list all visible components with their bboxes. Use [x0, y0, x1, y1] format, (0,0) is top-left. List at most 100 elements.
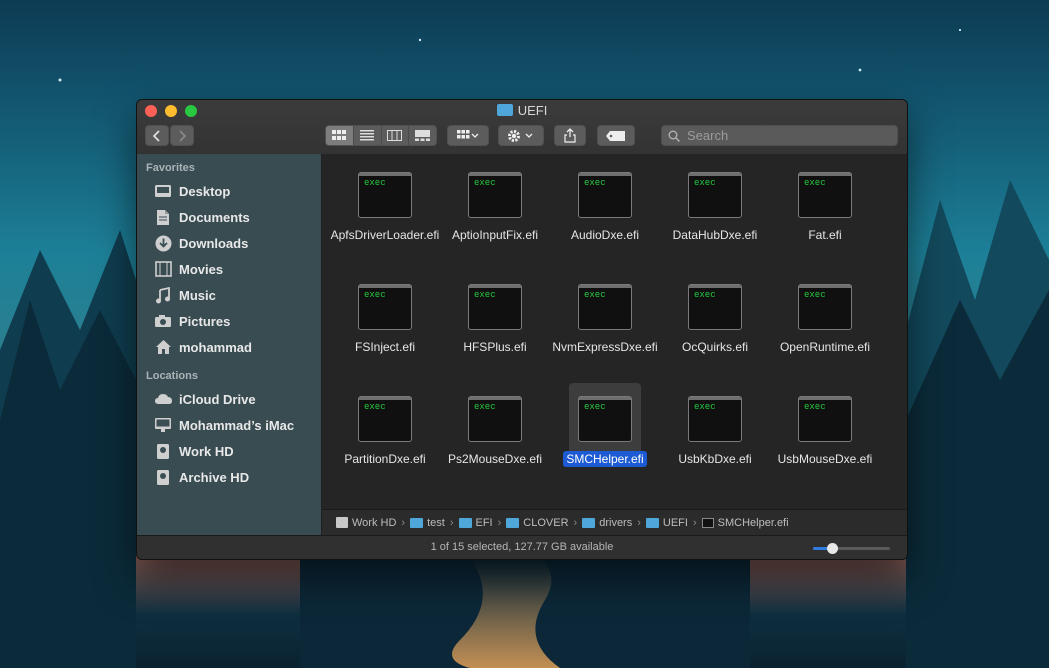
column-view-button[interactable]	[382, 126, 410, 145]
exec-file-icon	[701, 517, 714, 528]
icon-view-button[interactable]	[326, 126, 354, 145]
file-item[interactable]: exec SMCHelper.efi	[550, 383, 660, 467]
file-item[interactable]: exec AptioInputFix.efi	[440, 159, 550, 243]
share-button[interactable]	[554, 125, 586, 146]
folder-icon	[645, 517, 659, 528]
chevron-right-icon: ›	[449, 516, 454, 529]
back-button[interactable]	[145, 125, 169, 146]
file-item[interactable]: exec OcQuirks.efi	[660, 271, 770, 355]
file-name: UsbKbDxe.efi	[660, 451, 770, 467]
file-item[interactable]: exec FSInject.efi	[330, 271, 440, 355]
search-field[interactable]	[661, 125, 898, 146]
file-item[interactable]: exec HFSPlus.efi	[440, 271, 550, 355]
exec-file-icon: exec	[358, 172, 412, 218]
file-item[interactable]: exec UsbKbDxe.efi	[660, 383, 770, 467]
sidebar-item-movies[interactable]: Movies	[137, 256, 321, 282]
sidebar-item-icloud-drive[interactable]: iCloud Drive	[137, 386, 321, 412]
sidebar: Favorites Desktop Documents Downloads Mo…	[137, 154, 322, 535]
file-item[interactable]: exec PartitionDxe.efi	[330, 383, 440, 467]
file-name-text: PartitionDxe.efi	[344, 452, 426, 466]
sidebar-item-music[interactable]: Music	[137, 282, 321, 308]
exec-file-icon: exec	[578, 172, 632, 218]
status-bar: 1 of 15 selected, 127.77 GB available	[137, 535, 907, 559]
file-item[interactable]: exec UsbMouseDxe.efi	[770, 383, 880, 467]
action-menu-button[interactable]	[498, 125, 544, 146]
folder-icon	[506, 517, 520, 528]
list-view-button[interactable]	[354, 126, 382, 145]
path-crumb[interactable]: EFI	[458, 517, 493, 529]
path-crumb-label: Work HD	[352, 516, 397, 529]
file-name: NvmExpressDxe.efi	[550, 339, 660, 355]
sidebar-item-downloads[interactable]: Downloads	[137, 230, 321, 256]
sidebar-item-archive-hd[interactable]: Archive HD	[137, 464, 321, 490]
desktop-icon	[153, 182, 173, 200]
group-by-button[interactable]	[447, 125, 489, 146]
file-item[interactable]: exec Fat.efi	[770, 159, 880, 243]
sidebar-item-documents[interactable]: Documents	[137, 204, 321, 230]
path-crumb[interactable]: UEFI	[645, 517, 688, 529]
sidebar-section-favorites: Favorites	[146, 162, 195, 174]
file-item[interactable]: exec NvmExpressDxe.efi	[550, 271, 660, 355]
grid-icon	[332, 130, 347, 140]
file-icon-frame: exec	[459, 159, 531, 231]
file-name-text: OpenRuntime.efi	[779, 340, 871, 354]
file-icon-frame: exec	[569, 271, 641, 343]
sidebar-item-home[interactable]: mohammad	[137, 334, 321, 360]
file-name-text: UsbMouseDxe.efi	[777, 452, 873, 466]
path-crumb[interactable]: test	[410, 517, 445, 529]
exec-file-icon: exec	[578, 396, 632, 442]
title-bar: UEFI	[137, 100, 907, 155]
columns-icon	[387, 130, 403, 141]
file-item[interactable]: exec ApfsDriverLoader.efi	[330, 159, 440, 243]
file-name: PartitionDxe.efi	[330, 451, 440, 467]
sidebar-item-label: iCloud Drive	[179, 391, 256, 407]
window-title: UEFI	[137, 103, 907, 118]
exec-file-icon: exec	[358, 396, 412, 442]
file-item[interactable]: exec OpenRuntime.efi	[770, 271, 880, 355]
file-name: Ps2MouseDxe.efi	[440, 451, 550, 467]
drive-icon	[336, 517, 348, 528]
file-grid: exec ApfsDriverLoader.efi exec AptioInputFi…	[322, 154, 907, 509]
sidebar-item-work-hd[interactable]: Work HD	[137, 438, 321, 464]
file-icon-frame: exec	[459, 271, 531, 343]
imac-icon	[153, 416, 173, 434]
list-icon	[360, 130, 375, 141]
exec-file-icon: exec	[688, 172, 742, 218]
sidebar-item-label: Desktop	[179, 183, 231, 199]
sidebar-item-label: Music	[179, 287, 216, 303]
exec-file-icon: exec	[798, 284, 852, 330]
exec-icon-label: exec	[694, 290, 716, 300]
view-mode-control	[325, 125, 437, 146]
file-name-text: AptioInputFix.efi	[451, 228, 539, 242]
path-crumb[interactable]: drivers	[582, 517, 632, 529]
path-crumb[interactable]: CLOVER	[506, 517, 569, 529]
file-name: ApfsDriverLoader.efi	[330, 227, 440, 243]
sidebar-item-imac[interactable]: Mohammad’s iMac	[137, 412, 321, 438]
forward-button[interactable]	[170, 125, 194, 146]
icon-size-slider[interactable]	[813, 543, 890, 554]
path-crumb[interactable]: Work HD	[336, 517, 396, 529]
gallery-view-button[interactable]	[409, 126, 436, 145]
tags-button[interactable]	[597, 125, 635, 146]
file-item[interactable]: exec AudioDxe.efi	[550, 159, 660, 243]
sidebar-item-pictures[interactable]: Pictures	[137, 308, 321, 334]
file-item[interactable]: exec Ps2MouseDxe.efi	[440, 383, 550, 467]
exec-file-icon: exec	[688, 284, 742, 330]
search-input[interactable]	[685, 127, 889, 144]
exec-icon-label: exec	[474, 178, 496, 188]
file-name-text: Ps2MouseDxe.efi	[447, 452, 543, 466]
exec-icon-label: exec	[364, 178, 386, 188]
exec-icon-label: exec	[364, 402, 386, 412]
file-name-text: FSInject.efi	[354, 340, 416, 354]
path-bar: Work HD › test › EFI › CLOVER › drivers › UEFI › SMC…	[322, 509, 907, 535]
file-name: UsbMouseDxe.efi	[770, 451, 880, 467]
exec-icon-label: exec	[584, 178, 606, 188]
file-icon-frame: exec	[349, 383, 421, 455]
file-icon-frame: exec	[789, 271, 861, 343]
search-icon	[668, 130, 680, 142]
file-item[interactable]: exec DataHubDxe.efi	[660, 159, 770, 243]
sidebar-item-desktop[interactable]: Desktop	[137, 178, 321, 204]
file-name: OpenRuntime.efi	[770, 339, 880, 355]
folder-icon	[582, 517, 596, 528]
path-crumb[interactable]: SMCHelper.efi	[701, 517, 789, 529]
